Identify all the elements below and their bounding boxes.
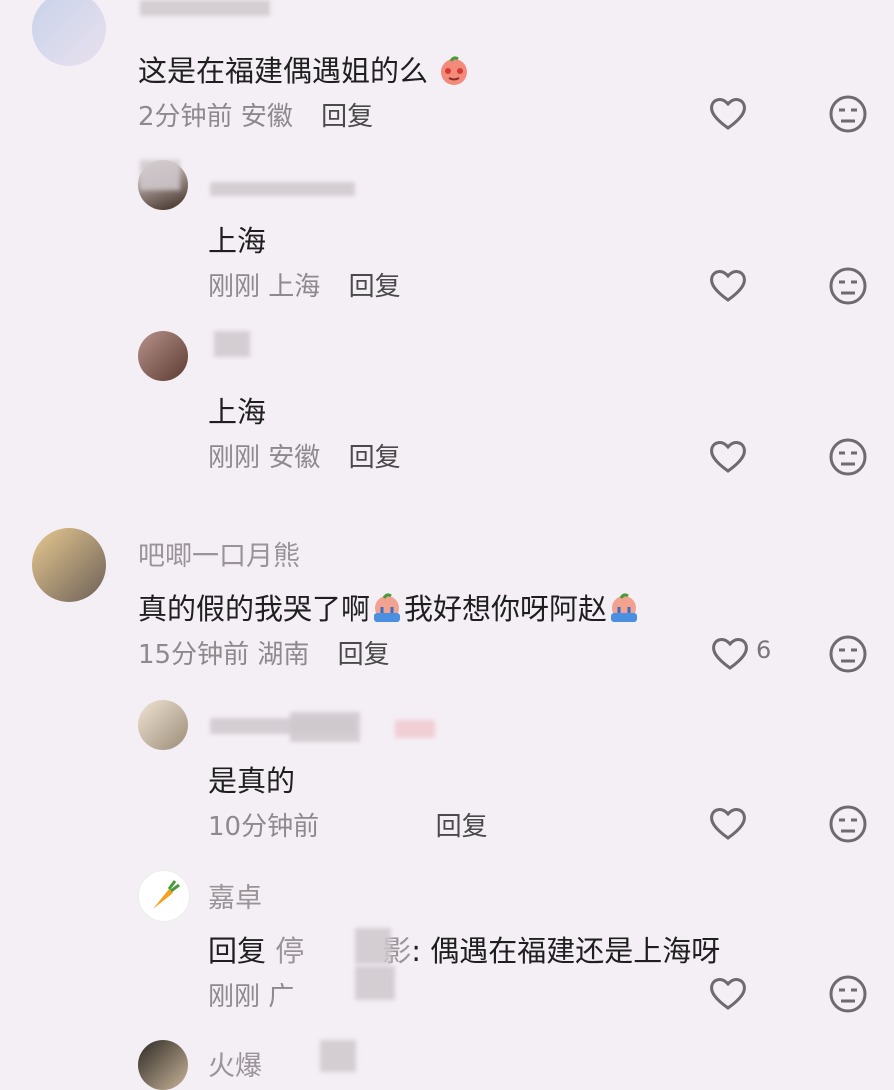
comment-text: 真的假的我哭了啊 我好想你呀阿赵 xyxy=(138,586,641,628)
comment-time: 刚刚 xyxy=(208,443,261,473)
neutral-face-icon[interactable] xyxy=(828,974,868,1014)
comment-time: 刚刚 xyxy=(208,982,261,1012)
comment-location: 安徽 xyxy=(240,102,293,132)
reply-target[interactable]: 停 xyxy=(275,934,304,968)
username-redacted xyxy=(140,0,270,16)
crying-peach-emoji-icon xyxy=(374,593,401,622)
heart-outline-icon[interactable] xyxy=(708,437,748,477)
comment-time: 15分钟前 xyxy=(138,640,250,670)
heart-outline-icon[interactable] xyxy=(708,804,748,844)
neutral-face-icon[interactable] xyxy=(828,804,868,844)
reply-button[interactable]: 回复 xyxy=(349,272,401,302)
avatar[interactable] xyxy=(32,0,106,66)
comment-text: 上海 xyxy=(208,224,267,258)
comment-time: 刚刚 xyxy=(208,272,261,302)
blush-peach-emoji-icon xyxy=(441,56,468,85)
avatar[interactable] xyxy=(138,870,190,922)
carrot-icon xyxy=(153,880,180,909)
avatar-redacted xyxy=(140,160,180,190)
comment-text: 是真的 xyxy=(208,764,296,798)
comment-text: 上海 xyxy=(208,395,267,429)
reply-button[interactable]: 回复 xyxy=(436,812,488,842)
username[interactable]: 嘉卓 xyxy=(208,876,262,915)
heart-outline-icon[interactable] xyxy=(710,634,750,674)
neutral-face-icon[interactable] xyxy=(828,634,868,674)
neutral-face-icon[interactable] xyxy=(828,437,868,477)
comment-time: 2分钟前 xyxy=(138,102,233,132)
comment-meta: 刚刚 安徽 回复 xyxy=(208,437,401,474)
heart-outline-icon[interactable] xyxy=(708,266,748,306)
avatar[interactable] xyxy=(32,528,106,602)
comment-meta: 刚刚 上海 回复 xyxy=(208,266,401,303)
comment-location: 湖南 xyxy=(257,640,310,670)
username-redacted xyxy=(320,1040,356,1072)
comment-meta: 15分钟前 湖南 回复 xyxy=(138,634,390,671)
heart-outline-icon[interactable] xyxy=(708,94,748,134)
username[interactable]: 吧唧一口月熊 xyxy=(138,534,300,573)
username-redacted xyxy=(355,928,391,964)
comment-location: 上海 xyxy=(268,272,321,302)
emoji-redacted xyxy=(395,720,435,738)
username-redacted xyxy=(290,712,360,742)
comment-meta: 2分钟前 安徽 回复 xyxy=(138,96,373,133)
username-redacted xyxy=(214,331,250,357)
crying-peach-emoji-icon xyxy=(611,593,638,622)
neutral-face-icon[interactable] xyxy=(828,266,868,306)
location-redacted xyxy=(355,966,395,1000)
avatar[interactable] xyxy=(138,1040,188,1090)
avatar[interactable] xyxy=(138,331,188,381)
like-count: 6 xyxy=(756,636,772,664)
username[interactable]: 火爆 xyxy=(208,1044,262,1083)
comment-text: 回复 停影: 偶遇在福建还是上海呀 xyxy=(208,934,721,968)
reply-prefix: 回复 xyxy=(208,934,267,968)
neutral-face-icon[interactable] xyxy=(828,94,868,134)
comment-time: 10分钟前 xyxy=(208,812,320,842)
comment-meta: 10分钟前 回复 xyxy=(208,806,488,843)
comment-meta: 刚刚 广 xyxy=(208,976,294,1013)
heart-outline-icon[interactable] xyxy=(708,974,748,1014)
reply-button[interactable]: 回复 xyxy=(321,102,373,132)
comment-text: 这是在福建偶遇姐的么 xyxy=(138,48,471,90)
comment-location: 广 xyxy=(268,982,295,1012)
comment-location: 安徽 xyxy=(268,443,321,473)
reply-button[interactable]: 回复 xyxy=(338,640,390,670)
reply-button[interactable]: 回复 xyxy=(349,443,401,473)
avatar[interactable] xyxy=(138,700,188,750)
username-redacted xyxy=(210,182,355,196)
